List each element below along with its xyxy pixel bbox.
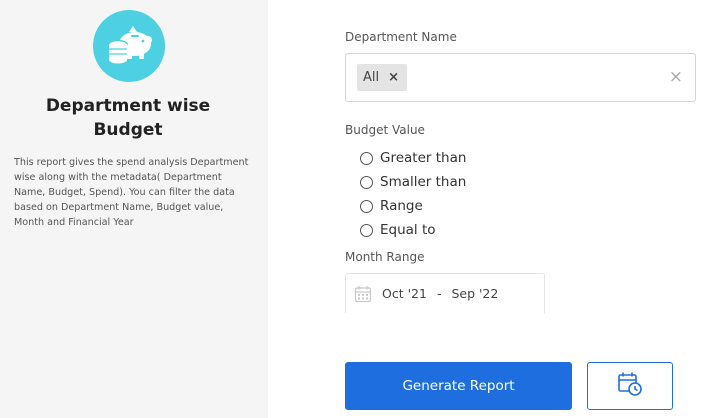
piggy-bank-coins-icon [93,10,165,82]
budget-option-greater-than[interactable]: Greater than [360,150,466,166]
chip-remove-icon[interactable]: × [388,70,399,85]
generate-report-button[interactable]: Generate Report [345,362,572,410]
month-range-end: Sep '22 [451,286,499,301]
budget-option-equal-to[interactable]: Equal to [360,222,436,238]
radio-button[interactable] [360,175,373,189]
clear-selection-icon[interactable]: × [669,67,683,87]
radio-button[interactable] [360,151,373,165]
radio-button[interactable] [360,223,373,237]
radio-label: Equal to [380,222,436,238]
budget-option-smaller-than[interactable]: Smaller than [360,174,466,190]
report-title-line-1: Department wise [45,96,211,116]
department-chip-all: All × [357,64,408,91]
month-range-label: Month Range [345,250,425,264]
department-name-label: Department Name [345,30,457,44]
report-title: Department wise Budget [0,94,256,142]
budget-value-label: Budget Value [345,123,425,137]
chip-label: All [363,70,380,85]
radio-label: Greater than [380,150,467,166]
month-range-value: Oct '21 - Sep '22 [382,286,498,301]
month-range-separator: - [436,286,442,301]
radio-label: Range [380,198,423,214]
report-info-panel: Department wise Budget This report gives… [0,0,268,418]
report-title-line-2: Budget [93,120,163,140]
schedule-report-button[interactable] [587,362,673,410]
radio-button[interactable] [360,199,373,213]
month-range-start: Oct '21 [382,286,427,301]
department-select[interactable]: All × × [345,53,696,102]
calendar-clock-icon [617,371,643,401]
budget-option-range[interactable]: Range [360,198,423,214]
report-description: This report gives the spend analysis Dep… [14,157,249,228]
month-range-picker[interactable]: Oct '21 - Sep '22 [345,273,545,313]
calendar-icon [354,285,372,307]
radio-label: Smaller than [380,174,467,190]
